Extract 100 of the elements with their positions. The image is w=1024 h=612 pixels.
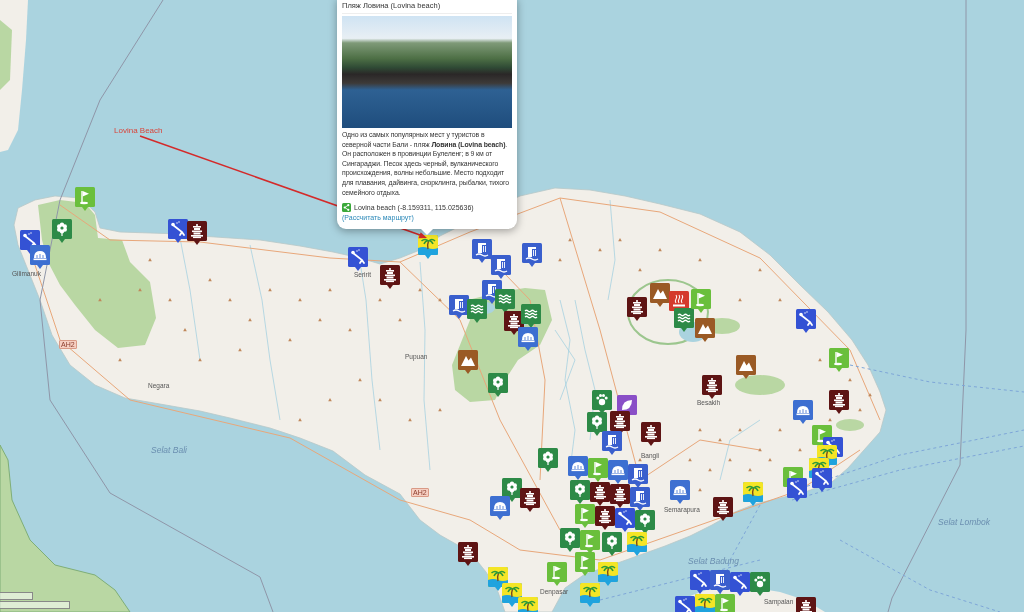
peak-icon xyxy=(598,248,602,252)
peak-icon xyxy=(638,458,642,462)
park-area xyxy=(0,20,12,90)
peak-icon xyxy=(148,258,152,262)
palm-pin-icon[interactable] xyxy=(418,235,438,259)
dome-pin-icon[interactable] xyxy=(568,456,588,480)
sea-label: Selat Badung xyxy=(688,557,740,566)
waterfall-pin-icon[interactable] xyxy=(630,487,650,511)
pagoda-pin-icon[interactable] xyxy=(627,297,647,321)
paw-pin-icon[interactable] xyxy=(750,572,770,596)
peak-icon xyxy=(848,378,852,382)
peak-icon xyxy=(228,298,232,302)
peak-icon xyxy=(638,268,642,272)
pagoda-pin-icon[interactable] xyxy=(610,484,630,508)
peak-icon xyxy=(828,418,832,422)
pagoda-pin-icon[interactable] xyxy=(702,375,722,399)
peak-icon xyxy=(298,298,302,302)
peak-icon xyxy=(698,428,702,432)
pagoda-pin-icon[interactable] xyxy=(520,488,540,512)
peak-icon xyxy=(658,248,662,252)
peak-icon xyxy=(358,378,362,382)
dome-pin-icon[interactable] xyxy=(30,245,50,269)
pagoda-pin-icon[interactable] xyxy=(829,390,849,414)
diver-pin-icon[interactable] xyxy=(348,247,368,271)
mountain-pin-icon[interactable] xyxy=(650,283,670,307)
park-area xyxy=(735,375,785,395)
sea-label: Selat Lombok xyxy=(938,518,990,527)
peak-icon xyxy=(748,468,752,472)
peak-icon xyxy=(98,298,102,302)
river xyxy=(719,419,761,481)
diver-pin-icon[interactable] xyxy=(690,570,710,594)
peak-icon xyxy=(858,408,862,412)
diver-pin-icon[interactable] xyxy=(787,478,807,502)
dome-pin-icon[interactable] xyxy=(670,480,690,504)
pagoda-pin-icon[interactable] xyxy=(458,542,478,566)
pagoda-pin-icon[interactable] xyxy=(713,497,733,521)
peak-icon xyxy=(198,358,202,362)
waterfall-pin-icon[interactable] xyxy=(491,255,511,279)
palm-pin-icon[interactable] xyxy=(598,562,618,586)
diver-pin-icon[interactable] xyxy=(615,508,635,532)
palm-pin-icon[interactable] xyxy=(695,594,715,612)
mountain-pin-icon[interactable] xyxy=(736,355,756,379)
dome-pin-icon[interactable] xyxy=(490,496,510,520)
diver-pin-icon[interactable] xyxy=(730,572,750,596)
peak-icon xyxy=(718,438,722,442)
peak-icon xyxy=(568,238,572,242)
peak-icon xyxy=(698,488,702,492)
waterfall-pin-icon[interactable] xyxy=(472,239,492,263)
peak-icon xyxy=(183,328,187,332)
waterfall-pin-icon[interactable] xyxy=(628,464,648,488)
mountain-pin-icon[interactable] xyxy=(458,350,478,374)
peak-icon xyxy=(138,288,142,292)
peak-icon xyxy=(318,318,322,322)
peak-icon xyxy=(708,468,712,472)
palm-pin-icon[interactable] xyxy=(580,583,600,607)
pagoda-pin-icon[interactable] xyxy=(590,482,610,506)
palm-pin-icon[interactable] xyxy=(488,567,508,591)
diver-pin-icon[interactable] xyxy=(812,468,832,492)
dome-pin-icon[interactable] xyxy=(793,400,813,424)
peak-icon xyxy=(868,393,872,397)
pagoda-pin-icon[interactable] xyxy=(641,422,661,446)
pagoda-pin-icon[interactable] xyxy=(595,506,615,530)
pagoda-pin-icon[interactable] xyxy=(380,265,400,289)
peak-icon xyxy=(738,298,742,302)
dome-pin-icon[interactable] xyxy=(608,460,628,484)
pagoda-pin-icon[interactable] xyxy=(187,221,207,245)
flag-pin-icon[interactable] xyxy=(691,289,711,313)
waterfall-pin-icon[interactable] xyxy=(602,431,622,455)
peak-icon xyxy=(418,288,422,292)
diver-pin-icon[interactable] xyxy=(796,309,816,333)
peak-icon xyxy=(618,238,622,242)
share-icon[interactable] xyxy=(342,203,351,213)
palm-pin-icon[interactable] xyxy=(627,532,647,556)
peak-icon xyxy=(438,298,442,302)
flower-pin-icon[interactable] xyxy=(587,412,607,436)
waterfall-pin-icon[interactable] xyxy=(710,570,730,594)
palm-pin-icon[interactable] xyxy=(502,583,522,607)
peak-icon xyxy=(438,408,442,412)
peak-icon xyxy=(168,298,172,302)
waterfall-pin-icon[interactable] xyxy=(449,295,469,319)
waves-pin-icon[interactable] xyxy=(521,304,541,328)
paw-pin-icon[interactable] xyxy=(592,390,612,414)
pagoda-pin-icon[interactable] xyxy=(610,411,630,435)
diver-pin-icon[interactable] xyxy=(168,219,188,243)
dome-pin-icon[interactable] xyxy=(518,327,538,351)
palm-pin-icon[interactable] xyxy=(743,482,763,506)
peak-icon xyxy=(758,268,762,272)
peak-icon xyxy=(758,448,762,452)
peak-icon xyxy=(728,458,732,462)
mountain-pin-icon[interactable] xyxy=(695,318,715,342)
waterfall-pin-icon[interactable] xyxy=(522,243,542,267)
peak-icon xyxy=(238,348,242,352)
peak-icon xyxy=(818,358,822,362)
peak-icon xyxy=(378,298,382,302)
park-area xyxy=(836,419,864,431)
waves-pin-icon[interactable] xyxy=(495,289,515,313)
peak-icon xyxy=(268,288,272,292)
diver-pin-icon[interactable] xyxy=(20,230,40,254)
flower-pin-icon[interactable] xyxy=(502,478,522,502)
peak-icon xyxy=(288,338,292,342)
